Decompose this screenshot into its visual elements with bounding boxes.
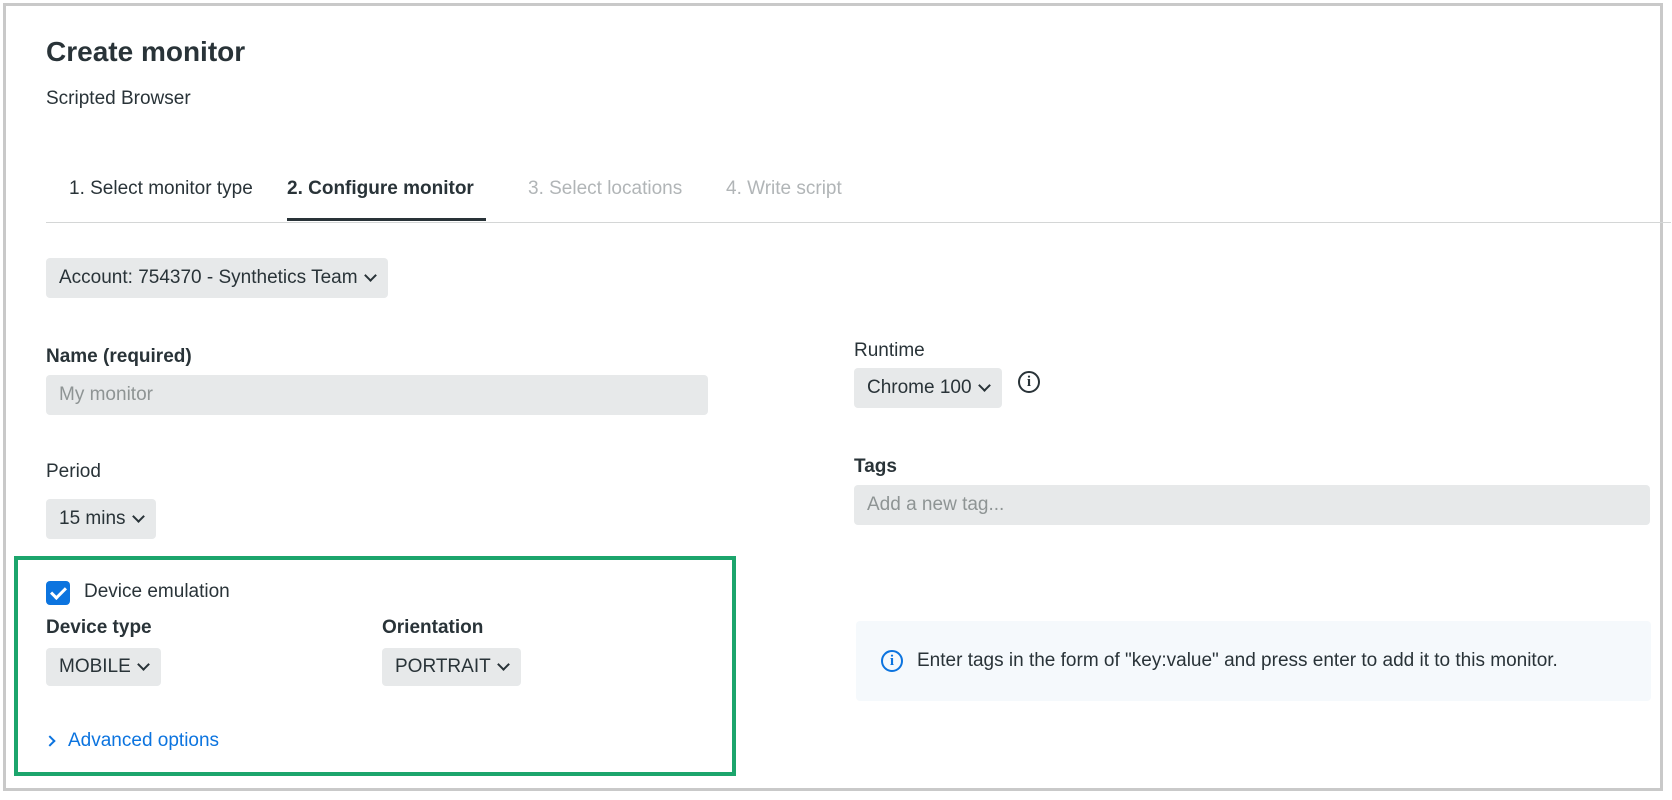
chevron-down-icon xyxy=(131,509,145,523)
step-tabs: 1. Select monitor type 2. Configure moni… xyxy=(46,166,1671,223)
device-emulation-checkbox[interactable] xyxy=(46,581,70,605)
advanced-options-label: Advanced options xyxy=(68,730,220,751)
runtime-label: Runtime xyxy=(854,340,925,361)
runtime-dropdown[interactable]: Chrome 100 xyxy=(854,368,1002,408)
orientation-value: PORTRAIT xyxy=(395,656,491,677)
runtime-info-icon[interactable]: i xyxy=(1018,371,1040,393)
tab-select-monitor-type[interactable]: 1. Select monitor type xyxy=(69,178,253,200)
orientation-label: Orientation xyxy=(382,617,484,638)
device-type-label: Device type xyxy=(46,617,152,638)
chevron-down-icon xyxy=(496,657,510,671)
chevron-down-icon xyxy=(363,268,377,282)
tab-write-script: 4. Write script xyxy=(726,178,842,199)
account-dropdown[interactable]: Account: 754370 - Synthetics Team xyxy=(46,258,388,298)
page-subtitle: Scripted Browser xyxy=(46,88,191,109)
chevron-down-icon xyxy=(977,378,991,392)
orientation-dropdown[interactable]: PORTRAIT xyxy=(382,648,521,686)
page-title: Create monitor xyxy=(46,36,246,67)
info-icon: i xyxy=(881,650,903,672)
advanced-options-link[interactable]: Advanced options xyxy=(44,730,220,752)
period-label: Period xyxy=(46,461,101,482)
tags-label: Tags xyxy=(854,456,897,477)
runtime-value: Chrome 100 xyxy=(867,377,972,398)
tags-help-box: i Enter tags in the form of "key:value" … xyxy=(856,621,1651,701)
tags-help-text: Enter tags in the form of "key:value" an… xyxy=(917,650,1558,671)
active-tab-indicator xyxy=(287,218,486,221)
name-input[interactable] xyxy=(46,375,708,415)
page-frame: Create monitor Scripted Browser 1. Selec… xyxy=(3,3,1671,791)
device-emulation-label: Device emulation xyxy=(84,581,230,602)
device-type-value: MOBILE xyxy=(59,656,131,677)
tab-select-locations: 3. Select locations xyxy=(528,178,683,199)
period-value: 15 mins xyxy=(59,508,126,529)
period-dropdown[interactable]: 15 mins xyxy=(46,499,156,539)
chevron-down-icon xyxy=(136,657,150,671)
account-label: Account: 754370 - Synthetics Team xyxy=(59,267,358,288)
chevron-right-icon xyxy=(44,735,56,747)
tab-configure-monitor[interactable]: 2. Configure monitor xyxy=(287,178,474,200)
device-type-dropdown[interactable]: MOBILE xyxy=(46,648,161,686)
checkmark-icon xyxy=(49,583,67,600)
tags-input[interactable] xyxy=(854,485,1650,525)
name-label: Name (required) xyxy=(46,346,192,367)
